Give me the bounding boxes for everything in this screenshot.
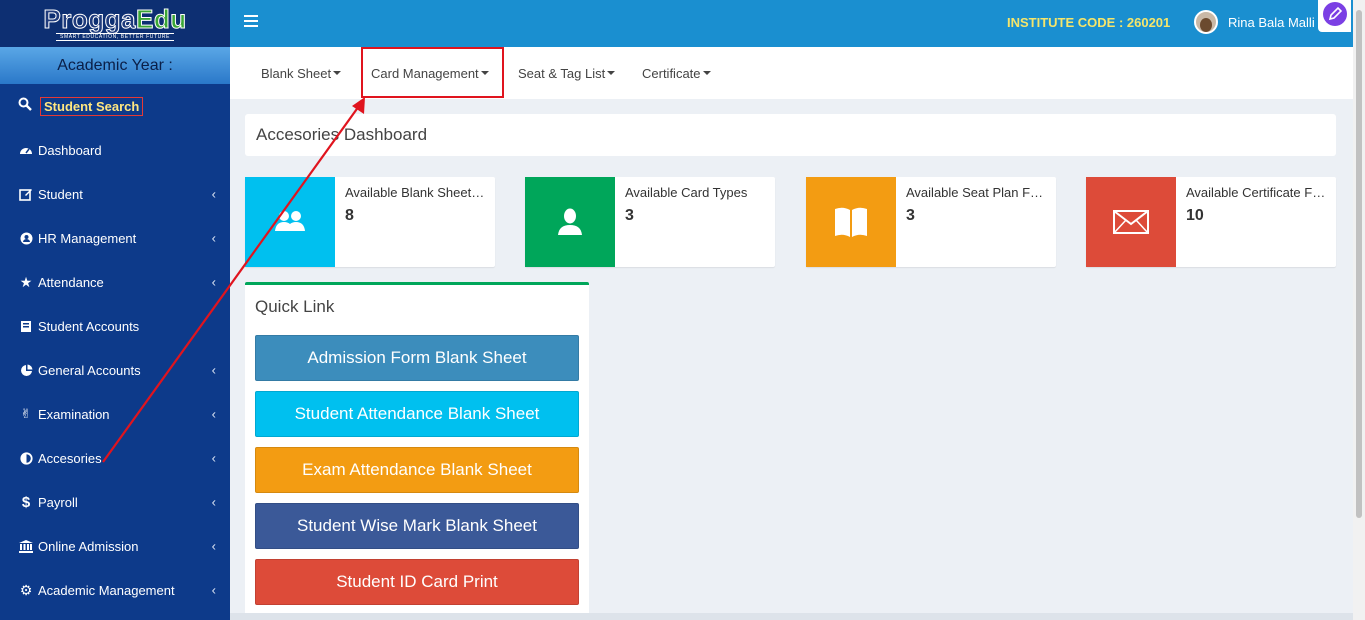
sidebar-item-label: Payroll	[38, 494, 78, 510]
sidebar-item-payroll[interactable]: $ Payroll ‹	[0, 480, 230, 524]
info-box-number: 3	[625, 207, 634, 224]
user-icon	[525, 177, 615, 267]
info-box-seat-plan[interactable]: Available Seat Plan F… 3	[806, 177, 1056, 267]
admission-form-blank-sheet-button[interactable]: Admission Form Blank Sheet	[255, 335, 579, 381]
top-header: INSTITUTE CODE : 260201 Rina Bala Malli	[230, 0, 1353, 47]
tab-seat-tag-list[interactable]: Seat & Tag List	[518, 47, 616, 99]
sidebar-item-label: General Accounts	[38, 362, 141, 378]
user-menu[interactable]: Rina Bala Malli	[1194, 10, 1315, 34]
sidebar-item-label: Examination	[38, 406, 110, 422]
ledger-icon	[18, 318, 34, 334]
sidebar-item-label: Student	[38, 186, 83, 202]
avatar	[1194, 10, 1218, 34]
sidebar: ProggaEdu SMART EDUCATION, BETTER FUTURE…	[0, 0, 230, 620]
student-attendance-blank-sheet-button[interactable]: Student Attendance Blank Sheet	[255, 391, 579, 437]
gear-icon: ⚙	[19, 581, 33, 598]
student-search-link[interactable]: Student Search	[0, 84, 230, 128]
quick-link-title: Quick Link	[255, 297, 335, 316]
annotation-highlight-box	[361, 47, 504, 98]
page-title: Accesories Dashboard	[245, 114, 1336, 156]
sidebar-item-label: Accesories	[38, 450, 102, 466]
chevron-left-icon: ‹	[211, 230, 216, 246]
info-box-card-types[interactable]: Available Card Types 3	[525, 177, 775, 267]
info-box-certificate[interactable]: Available Certificate F… 10	[1086, 177, 1336, 267]
sidebar-item-hr-management[interactable]: HR Management ‹	[0, 216, 230, 260]
dashboard-icon	[18, 142, 34, 158]
sidebar-item-label: Academic Management	[38, 582, 175, 598]
tab-label: Blank Sheet	[261, 65, 332, 81]
student-id-card-print-button[interactable]: Student ID Card Print	[255, 559, 579, 605]
chevron-left-icon: ‹	[211, 274, 216, 290]
hr-icon	[18, 230, 34, 246]
info-box-number: 3	[906, 207, 915, 224]
info-box-number: 10	[1186, 207, 1204, 224]
sidebar-item-label: Dashboard	[38, 142, 102, 158]
chevron-left-icon: ‹	[211, 450, 216, 466]
student-search-label: Student Search	[40, 96, 144, 116]
sidebar-item-accesories[interactable]: Accesories ‹	[0, 436, 230, 480]
users-icon	[245, 177, 335, 267]
sidebar-item-dashboard[interactable]: Dashboard	[0, 128, 230, 172]
bottom-strip	[230, 613, 1353, 620]
caret-down-icon	[607, 71, 616, 75]
info-box-text: Available Blank Sheet…	[345, 185, 485, 200]
sidebar-item-examination[interactable]: ✌ Examination ‹	[0, 392, 230, 436]
tab-label: Seat & Tag List	[518, 65, 606, 81]
sidebar-item-attendance[interactable]: ★ Attendance ‹	[0, 260, 230, 304]
chevron-left-icon: ‹	[211, 494, 216, 510]
page-scrollbar[interactable]	[1353, 0, 1365, 620]
caret-down-icon	[702, 71, 711, 75]
pencil-icon	[1322, 1, 1348, 32]
chevron-left-icon: ‹	[211, 538, 216, 554]
dollar-icon: $	[21, 493, 31, 511]
pie-chart-icon	[18, 362, 34, 378]
exam-attendance-blank-sheet-button[interactable]: Exam Attendance Blank Sheet	[255, 447, 579, 493]
chevron-left-icon: ‹	[211, 582, 216, 598]
bank-icon	[18, 538, 34, 554]
institute-code: INSTITUTE CODE : 260201	[1007, 15, 1171, 30]
logo-tagline: SMART EDUCATION, BETTER FUTURE	[56, 33, 174, 41]
edit-pencil-button[interactable]	[1318, 0, 1351, 32]
sidebar-item-general-accounts[interactable]: General Accounts ‹	[0, 348, 230, 392]
info-box-text: Available Card Types	[625, 185, 748, 200]
academic-year-label: Academic Year :	[0, 47, 230, 84]
sidebar-item-label: Student Accounts	[38, 318, 140, 334]
hamburger-menu-icon[interactable]	[244, 15, 258, 27]
sidebar-item-student-accounts[interactable]: Student Accounts	[0, 304, 230, 348]
half-circle-icon	[18, 450, 34, 466]
sidebar-item-label: Attendance	[38, 274, 104, 290]
sidebar-item-online-admission[interactable]: Online Admission ‹	[0, 524, 230, 568]
info-box-blank-sheet[interactable]: Available Blank Sheet… 8	[245, 177, 495, 267]
student-wise-mark-blank-sheet-button[interactable]: Student Wise Mark Blank Sheet	[255, 503, 579, 549]
user-name: Rina Bala Malli	[1228, 14, 1315, 30]
info-box-text: Available Certificate F…	[1186, 185, 1326, 200]
victory-hand-icon: ✌	[20, 406, 32, 421]
sidebar-item-label: HR Management	[38, 230, 137, 246]
info-box-text: Available Seat Plan F…	[906, 185, 1044, 200]
tab-blank-sheet[interactable]: Blank Sheet	[261, 47, 342, 99]
logo-text-part1: Progga	[43, 4, 136, 34]
edit-icon	[18, 186, 34, 202]
sidebar-item-academic-management[interactable]: ⚙ Academic Management ‹	[0, 568, 230, 612]
caret-down-icon	[333, 71, 342, 75]
logo[interactable]: ProggaEdu SMART EDUCATION, BETTER FUTURE	[0, 0, 230, 47]
sidebar-item-label: Online Admission	[38, 538, 139, 554]
book-icon	[806, 177, 896, 267]
search-icon	[18, 97, 32, 116]
sidebar-item-student[interactable]: Student ‹	[0, 172, 230, 216]
info-box-number: 8	[345, 207, 354, 224]
scroll-thumb[interactable]	[1356, 10, 1362, 518]
chevron-left-icon: ‹	[211, 362, 216, 378]
tab-label: Certificate	[642, 65, 701, 81]
chevron-left-icon: ‹	[211, 406, 216, 422]
quick-link-panel: Quick Link Admission Form Blank Sheet St…	[245, 282, 589, 620]
logo-text-part2: Edu	[135, 4, 187, 34]
chevron-left-icon: ‹	[211, 186, 216, 202]
tab-certificate[interactable]: Certificate	[642, 47, 711, 99]
star-icon: ★	[19, 273, 33, 290]
envelope-icon	[1086, 177, 1176, 267]
